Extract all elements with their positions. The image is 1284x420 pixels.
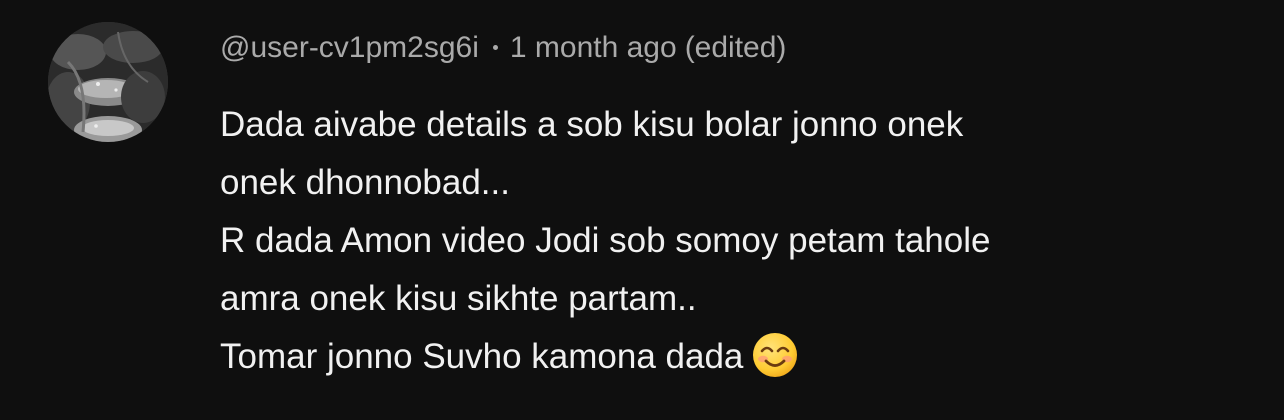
comment-header: @user-cv1pm2sg6i 1 month ago (edited): [220, 26, 786, 70]
comment-thread-item: @user-cv1pm2sg6i 1 month ago (edited) Dada…: [0, 0, 1284, 420]
edited-label: (edited): [684, 31, 787, 64]
comment-text-line: amra onek kisu sikhte partam..: [220, 279, 697, 318]
comment-text-line: onek dhonnobad...: [220, 163, 510, 202]
comment-text-line: Dada aivabe details a sob kisu bolar jon…: [220, 105, 964, 144]
avatar-photo-leaves-icon: [48, 22, 168, 142]
author-name-link[interactable]: @user-cv1pm2sg6i: [220, 31, 479, 64]
comment-text: Dada aivabe details a sob kisu bolar jon…: [220, 96, 1260, 386]
avatar[interactable]: [48, 22, 168, 142]
comment-text-line: Tomar jonno Suvho kamona dada: [220, 337, 744, 376]
smiling-face-emoji-icon: [753, 333, 798, 377]
comment-text-line: R dada Amon video Jodi sob somoy petam t…: [220, 221, 991, 260]
separator-dot: [492, 44, 498, 50]
comment-text-line-last: Tomar jonno Suvho kamona dada: [220, 328, 1260, 386]
published-time-link[interactable]: 1 month ago: [510, 31, 677, 64]
